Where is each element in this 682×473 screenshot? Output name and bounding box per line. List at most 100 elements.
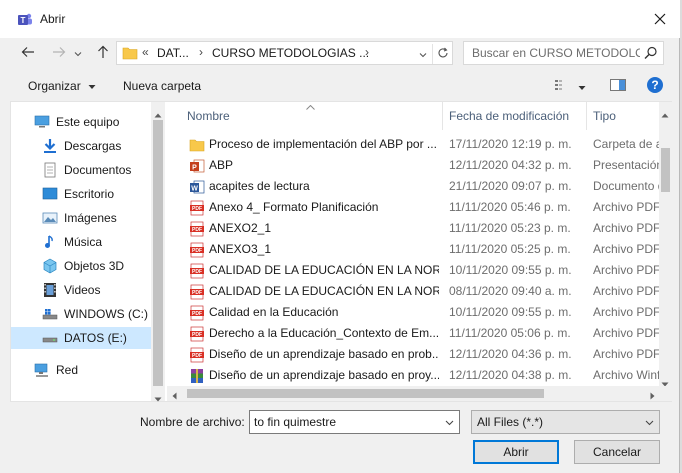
forward-button[interactable] [48, 42, 70, 64]
chevron-down-icon [445, 415, 454, 429]
sidebar-item-windows-drive[interactable]: WINDOWS (C:) [11, 303, 151, 325]
drive-icon [42, 330, 58, 346]
file-row[interactable]: Diseño de un aprendizaje basado en proy.… [167, 365, 660, 386]
scrollbar-thumb[interactable] [153, 120, 163, 386]
refresh-button[interactable] [433, 44, 453, 64]
close-button[interactable] [640, 6, 680, 34]
sidebar-item-label: Red [56, 363, 79, 377]
svg-text:?: ? [651, 78, 658, 92]
file-date: 17/11/2020 12:19 p. m. [449, 137, 572, 151]
back-button[interactable] [17, 42, 39, 64]
column-header-name[interactable]: Nombre [187, 109, 230, 123]
sidebar-item-label: Documentos [64, 163, 132, 177]
svg-text:PDF: PDF [192, 269, 202, 275]
file-type-select[interactable]: All Files (*.*) [471, 410, 660, 434]
details-view-icon [555, 80, 574, 94]
scroll-right-arrow-icon[interactable] [650, 389, 655, 401]
filename-dropdown-button[interactable] [440, 413, 458, 431]
address-bar[interactable]: « DAT... › CURSO METODOLOGIAS ... › [116, 41, 453, 65]
file-row[interactable]: PDF Calidad en la Educación 10/11/2020 09:… [167, 302, 660, 323]
svg-text:PDF: PDF [192, 353, 202, 359]
sidebar-item-videos[interactable]: Videos [11, 279, 151, 301]
sidebar-item-documentos[interactable]: Documentos [11, 159, 151, 181]
screen: T Abrir « DAT... › CURSO METODOLOGIAS ..… [0, 0, 682, 473]
file-list: Nombre Fecha de modificación Tipo Proces… [167, 102, 672, 401]
file-row[interactable]: PDF CALIDAD DE LA EDUCACIÓN EN LA NOR... 0… [167, 281, 660, 302]
scroll-up-arrow-icon[interactable] [154, 107, 162, 121]
preview-pane-button[interactable] [610, 78, 626, 95]
pdf-icon: PDF [189, 242, 205, 258]
column-header-date[interactable]: Fecha de modificación [449, 109, 569, 123]
column-divider[interactable] [442, 102, 443, 130]
column-header-type[interactable]: Tipo [593, 109, 616, 123]
videos-icon [42, 282, 58, 298]
file-type: Archivo PDF [593, 263, 661, 277]
scroll-up-arrow-icon[interactable] [661, 107, 669, 121]
folder-icon [122, 46, 138, 63]
file-row[interactable]: PDF ANEXO3_1 11/11/2020 05:25 p. m. Archivo… [167, 239, 660, 260]
file-row[interactable]: PDF Anexo 4_ Formato Planificación 11/11/2… [167, 197, 660, 218]
scroll-left-arrow-icon[interactable] [172, 389, 177, 401]
column-divider[interactable] [586, 102, 587, 130]
winrar-icon [189, 368, 205, 384]
new-folder-button[interactable]: Nueva carpeta [123, 79, 201, 93]
file-date: 12/11/2020 04:38 p. m. [449, 368, 572, 382]
sidebar-item-musica[interactable]: Música [11, 231, 151, 253]
sidebar-item-escritorio[interactable]: Escritorio [11, 183, 151, 205]
file-date: 12/11/2020 04:36 p. m. [449, 347, 572, 361]
file-row[interactable]: PDF Diseño de un aprendizaje basado en pr… [167, 344, 660, 365]
file-row[interactable]: P ABP 12/11/2020 04:32 p. m. Presentación [167, 155, 663, 176]
file-row[interactable]: Proceso de implementación del ABP por ..… [167, 134, 663, 155]
organize-button[interactable]: Organizar [28, 79, 96, 93]
address-history-button[interactable] [413, 44, 433, 64]
sidebar-item-label: Escritorio [64, 187, 115, 201]
breadcrumb-item-datos[interactable]: DAT... [157, 46, 189, 60]
breadcrumb-overflow[interactable]: « [142, 45, 149, 59]
3d-objects-icon [42, 258, 58, 274]
view-options-button[interactable] [555, 79, 586, 94]
breadcrumb-separator[interactable]: › [365, 45, 369, 59]
teams-app-icon: T [17, 12, 33, 28]
sidebar-item-descargas[interactable]: Descargas [11, 135, 151, 157]
file-name: ANEXO3_1 [209, 242, 272, 256]
sidebar-item-label: Videos [64, 283, 101, 297]
search-box[interactable] [463, 41, 664, 65]
arrow-up-icon [97, 45, 109, 62]
horizontal-scrollbar[interactable] [167, 386, 672, 401]
computer-icon [34, 114, 50, 130]
file-type-dropdown-button[interactable] [640, 413, 658, 431]
scrollbar-thumb[interactable] [661, 148, 670, 192]
music-icon [42, 234, 58, 250]
sidebar-item-este-equipo[interactable]: Este equipo [11, 111, 151, 133]
scrollbar-thumb[interactable] [187, 389, 544, 398]
search-icon[interactable] [644, 46, 658, 63]
navigation-scrollbar[interactable] [151, 102, 165, 402]
sidebar-item-datos-drive[interactable]: DATOS (E:) [11, 327, 151, 349]
sidebar-item-imagenes[interactable]: Imágenes [11, 207, 151, 229]
sidebar-item-objetos-3d[interactable]: Objetos 3D [11, 255, 151, 277]
pdf-icon: PDF [189, 221, 205, 237]
breadcrumb-item-curso[interactable]: CURSO METODOLOGIAS ... [212, 46, 369, 60]
sidebar-item-label: Este equipo [56, 115, 120, 129]
pdf-icon: PDF [189, 326, 205, 342]
vertical-scrollbar[interactable] [659, 102, 672, 387]
file-row[interactable]: Wacapites de lectura 21/11/2020 09:07 p. … [167, 176, 663, 197]
file-date: 11/11/2020 05:46 p. m. [449, 200, 571, 214]
scroll-down-arrow-icon[interactable] [154, 391, 162, 405]
file-row[interactable]: PDF ANEXO2_1 11/11/2020 05:23 p. m. Archivo… [167, 218, 660, 239]
recent-locations-button[interactable] [70, 42, 86, 64]
chevron-down-icon [578, 80, 586, 94]
filename-combobox[interactable] [249, 410, 460, 434]
search-input[interactable] [465, 43, 640, 63]
breadcrumb-separator[interactable]: › [199, 45, 203, 59]
help-button[interactable]: ? [646, 76, 664, 97]
folder-icon [189, 137, 205, 153]
cancel-button[interactable]: Cancelar [574, 440, 660, 464]
open-button[interactable]: Abrir [473, 440, 559, 464]
sidebar-item-red[interactable]: Red [11, 359, 151, 381]
sidebar-item-label: Imágenes [64, 211, 117, 225]
file-row[interactable]: PDF CALIDAD DE LA EDUCACIÓN EN LA NOR... 1… [167, 260, 660, 281]
filename-input[interactable] [252, 413, 437, 431]
file-row[interactable]: PDF Derecho a la Educación_Contexto de Em… [167, 323, 660, 344]
up-button[interactable] [92, 42, 114, 64]
